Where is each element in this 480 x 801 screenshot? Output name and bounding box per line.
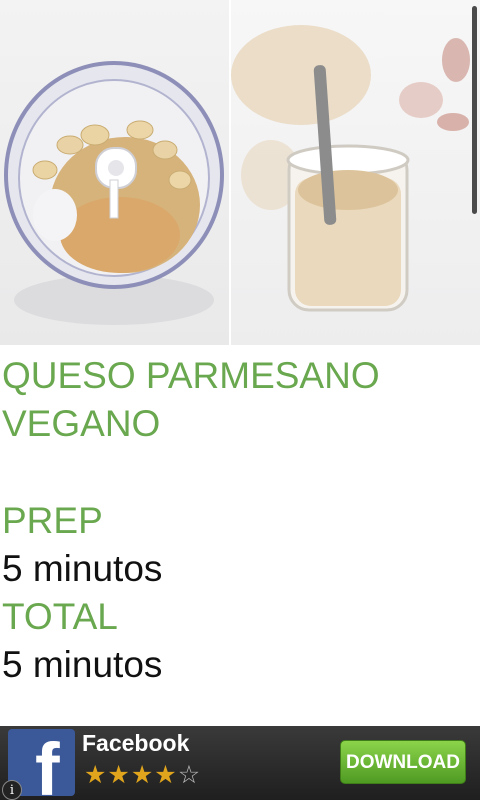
facebook-logo-letter: f bbox=[35, 729, 60, 797]
food-processor-icon bbox=[4, 61, 224, 325]
food-processor-photo bbox=[0, 0, 229, 345]
recipe-title-line1: QUESO PARMESANO bbox=[2, 355, 380, 396]
jar-icon bbox=[231, 25, 470, 312]
star-filled-icon: ★ bbox=[130, 761, 155, 789]
total-label: TOTAL bbox=[2, 596, 118, 637]
ad-banner[interactable]: f Facebook ★★★★☆ DOWNLOAD i bbox=[0, 726, 480, 800]
total-value: 5 minutos bbox=[2, 644, 163, 685]
star-filled-icon: ★ bbox=[84, 761, 108, 789]
recipe-title-line2: VEGANO bbox=[2, 403, 161, 444]
ad-app-name: Facebook bbox=[82, 730, 190, 756]
parmesan-jar-photo bbox=[231, 0, 480, 345]
star-filled-icon: ★ bbox=[107, 761, 131, 789]
star-empty-icon: ☆ bbox=[177, 761, 202, 789]
prep-label: PREP bbox=[2, 500, 103, 541]
scrollbar[interactable] bbox=[472, 6, 477, 214]
star-filled-icon: ★ bbox=[154, 761, 178, 789]
recipe-photos bbox=[0, 0, 480, 345]
prep-value: 5 minutos bbox=[2, 548, 163, 589]
download-button[interactable]: DOWNLOAD bbox=[340, 740, 466, 784]
recipe-title: QUESO PARMESANO VEGANO bbox=[2, 352, 472, 448]
ad-info-icon[interactable]: i bbox=[2, 780, 22, 800]
rating-stars: ★★★★☆ bbox=[84, 760, 201, 790]
